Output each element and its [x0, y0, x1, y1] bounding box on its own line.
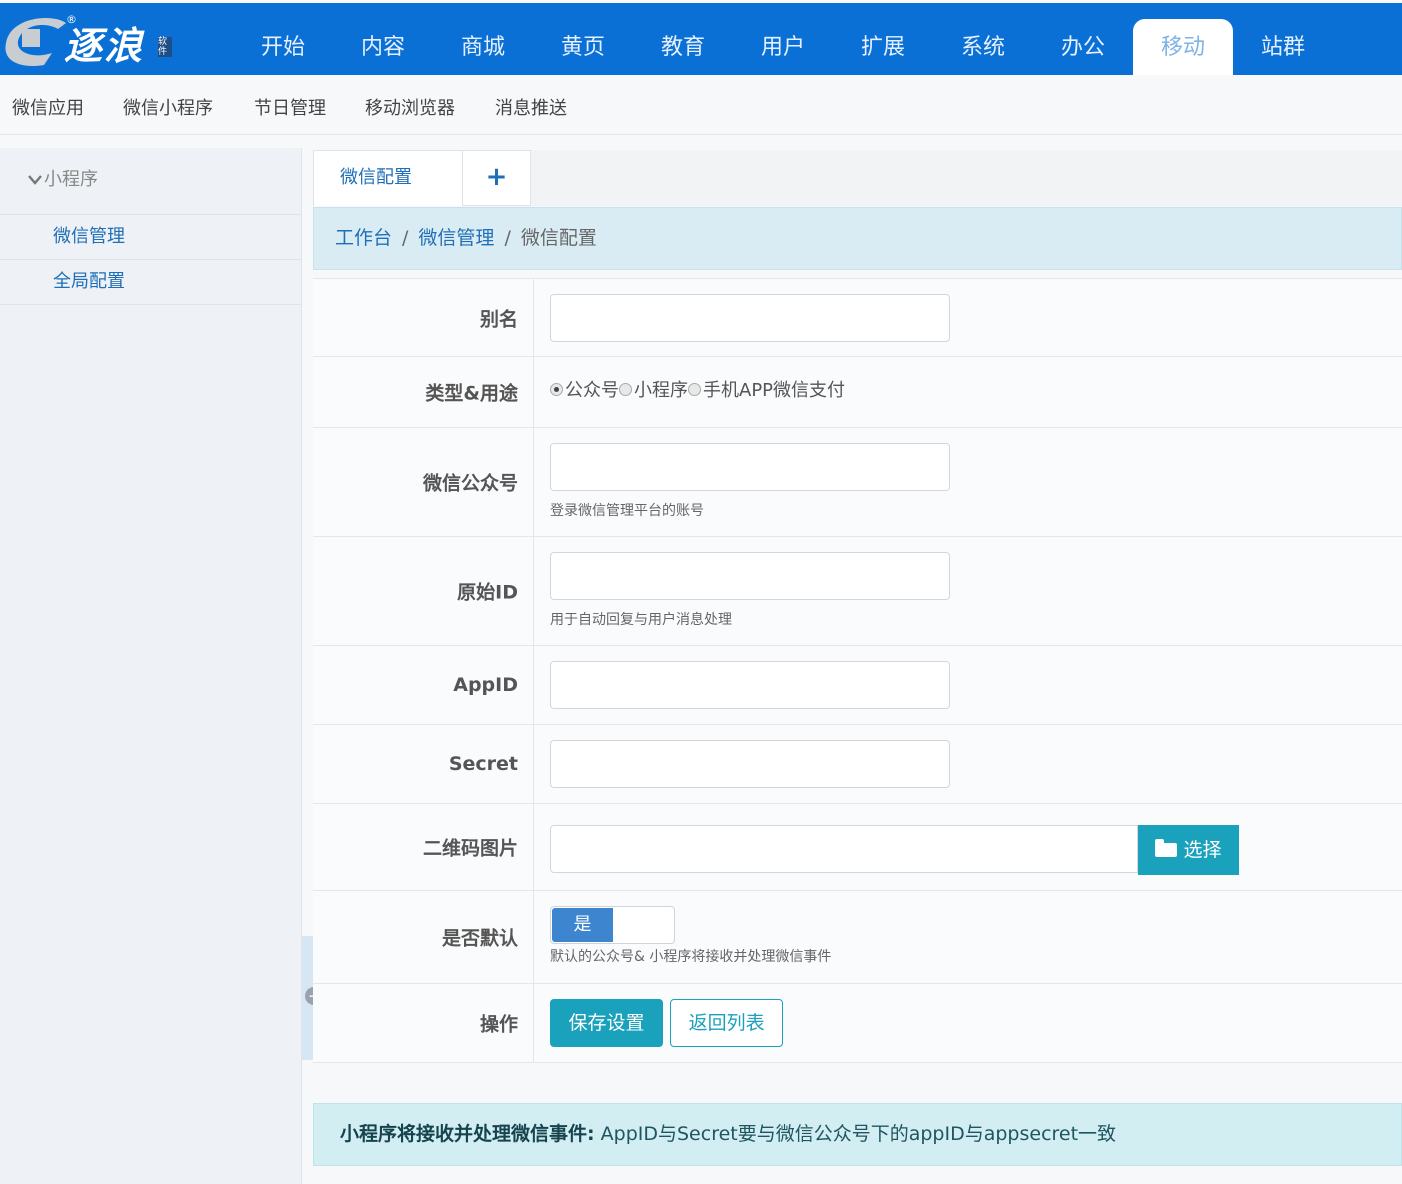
qrcode-label: 二维码图片 — [422, 837, 518, 860]
nav-office[interactable]: 办公 — [1033, 19, 1133, 75]
account-label: 微信公众号 — [422, 472, 518, 495]
original-id-label: 原始ID — [457, 581, 518, 604]
sidebar: 小程序 微信管理 全局配置 — [0, 148, 302, 1184]
breadcrumb: 工作台 / 微信管理 / 微信配置 — [313, 207, 1402, 270]
chevron-down-icon — [28, 149, 42, 213]
type-radio-miniprogram[interactable] — [619, 382, 632, 396]
breadcrumb-separator: / — [402, 227, 409, 249]
nav-yellowpages[interactable]: 黄页 — [533, 19, 633, 75]
alert-strong: 小程序将接收并处理微信事件: — [340, 1123, 595, 1145]
type-label: 类型&用途 — [425, 382, 518, 405]
type-radio-app-pay[interactable] — [688, 382, 701, 396]
original-id-input[interactable] — [550, 552, 950, 600]
info-alert: 小程序将接收并处理微信事件: AppID与Secret要与微信公众号下的appI… — [313, 1103, 1402, 1166]
nav-sites[interactable]: 站群 — [1233, 19, 1333, 75]
type-option-app-pay: 手机APP微信支付 — [703, 380, 846, 401]
form-row-original-id: 原始ID 用于自动回复与用户消息处理 — [313, 537, 1402, 646]
save-settings-button[interactable]: 保存设置 — [550, 999, 663, 1047]
appid-input[interactable] — [550, 661, 950, 709]
form-row-secret: Secret — [313, 725, 1402, 804]
account-input[interactable] — [550, 443, 950, 491]
nav-shop[interactable]: 商城 — [433, 19, 533, 75]
logo[interactable]: ® 逐浪 软件 — [0, 3, 180, 75]
form-row-account: 微信公众号 登录微信管理平台的账号 — [313, 428, 1402, 537]
breadcrumb-current: 微信配置 — [520, 227, 597, 249]
logo-swoosh-icon — [5, 17, 66, 67]
alias-input[interactable] — [550, 294, 950, 342]
add-tab-button[interactable]: + — [463, 150, 531, 206]
default-toggle-on: 是 — [552, 908, 613, 942]
subnav-wechat-miniprogram[interactable]: 微信小程序 — [123, 94, 213, 120]
form-row-alias: 别名 — [313, 278, 1402, 357]
default-label: 是否默认 — [441, 927, 518, 950]
tab-strip: 微信配置 + — [313, 150, 1402, 206]
folder-open-icon — [1155, 839, 1178, 857]
nav-extensions[interactable]: 扩展 — [833, 19, 933, 75]
type-option-official-account: 公众号 — [565, 380, 619, 401]
top-nav-bar: ® 逐浪 软件 开始 内容 商城 黄页 教育 用户 扩展 系统 办公 移动 站群 — [0, 3, 1402, 75]
wechat-config-form: 别名 类型&用途 公众号 小程序 手机APP微信支付 微信公众号 登录微信管理平… — [313, 278, 1402, 1063]
form-row-qrcode: 二维码图片 选择 — [313, 804, 1402, 891]
subnav-mobile-browser[interactable]: 移动浏览器 — [365, 94, 455, 120]
form-row-type: 类型&用途 公众号 小程序 手机APP微信支付 — [313, 357, 1402, 428]
sub-nav-bar: 微信应用 微信小程序 节日管理 移动浏览器 消息推送 — [0, 75, 1402, 135]
alias-label: 别名 — [479, 308, 518, 330]
subnav-holiday-management[interactable]: 节日管理 — [254, 94, 326, 120]
type-option-miniprogram: 小程序 — [634, 380, 688, 401]
sidebar-group-miniprogram[interactable]: 小程序 — [0, 148, 301, 215]
subnav-wechat-apps[interactable]: 微信应用 — [12, 94, 84, 120]
form-row-appid: AppID — [313, 646, 1402, 725]
actions-label: 操作 — [479, 1013, 518, 1036]
form-row-actions: 操作 保存设置 返回列表 — [313, 984, 1402, 1063]
back-to-list-button[interactable]: 返回列表 — [670, 999, 784, 1047]
sidebar-item-global-config[interactable]: 全局配置 — [0, 260, 301, 305]
secret-input[interactable] — [550, 740, 950, 788]
default-help: 默认的公众号& 小程序将接收并处理微信事件 — [550, 949, 832, 965]
sidebar-group-label: 小程序 — [44, 169, 98, 190]
breadcrumb-separator: / — [504, 227, 511, 249]
breadcrumb-home[interactable]: 工作台 — [335, 227, 392, 249]
original-id-help: 用于自动回复与用户消息处理 — [550, 612, 732, 628]
account-help: 登录微信管理平台的账号 — [550, 503, 704, 519]
nav-system[interactable]: 系统 — [933, 19, 1033, 75]
nav-content[interactable]: 内容 — [333, 19, 433, 75]
qrcode-input[interactable] — [550, 825, 1138, 873]
nav-start[interactable]: 开始 — [233, 19, 333, 75]
nav-mobile[interactable]: 移动 — [1133, 19, 1233, 75]
alert-text: AppID与Secret要与微信公众号下的appID与appsecret一致 — [594, 1123, 1117, 1145]
select-file-label: 选择 — [1183, 839, 1222, 861]
nav-users[interactable]: 用户 — [733, 19, 833, 75]
form-row-default: 是否默认 是 默认的公众号& 小程序将接收并处理微信事件 — [313, 891, 1402, 984]
logo-text: 逐浪 — [64, 23, 145, 68]
sidebar-item-wechat-management[interactable]: 微信管理 — [0, 215, 301, 260]
nav-education[interactable]: 教育 — [633, 19, 733, 75]
default-toggle[interactable]: 是 — [550, 906, 675, 944]
type-radio-official-account[interactable] — [550, 382, 563, 396]
appid-label: AppID — [453, 674, 518, 696]
secret-label: Secret — [448, 753, 518, 775]
select-file-button[interactable]: 选择 — [1138, 825, 1239, 875]
logo-side-text: 软件 — [158, 37, 172, 57]
subnav-push-messages[interactable]: 消息推送 — [495, 94, 567, 120]
tab-wechat-config[interactable]: 微信配置 — [313, 150, 463, 206]
breadcrumb-parent[interactable]: 微信管理 — [418, 227, 494, 249]
